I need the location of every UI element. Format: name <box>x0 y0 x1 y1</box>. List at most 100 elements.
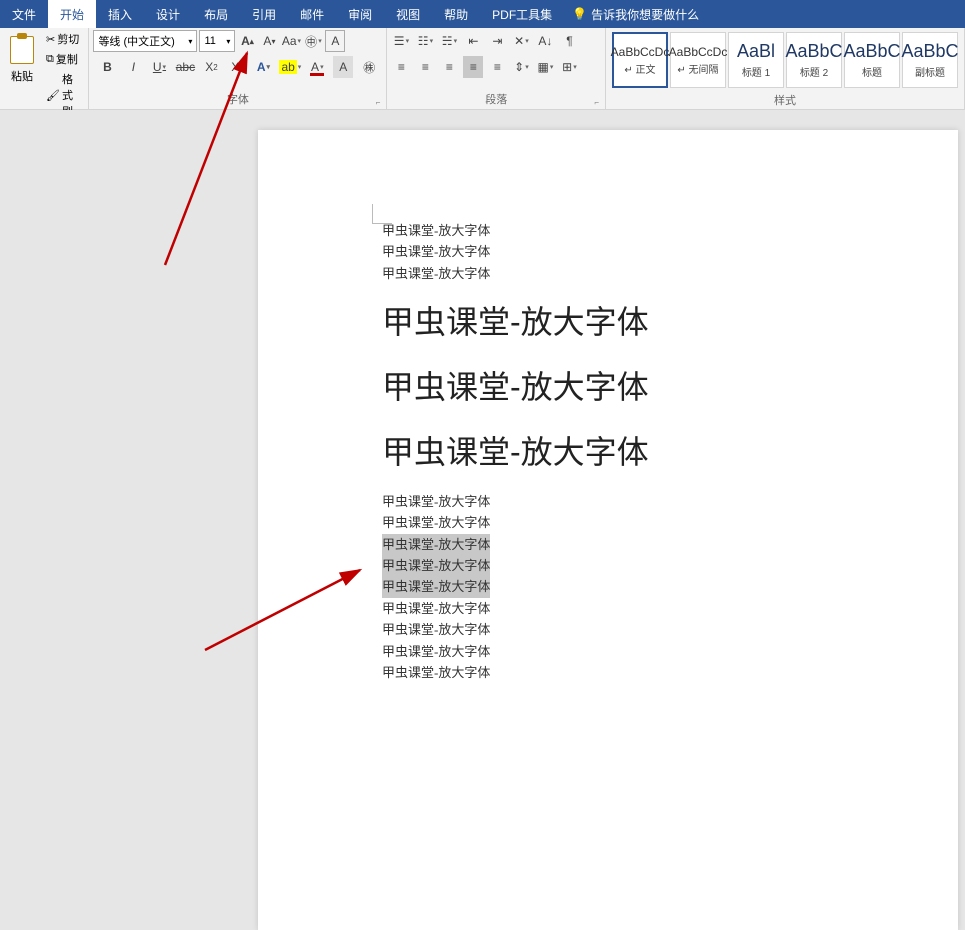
increase-indent-button[interactable]: ⇥ <box>487 30 507 52</box>
numbering-button[interactable]: ☷ <box>415 30 435 52</box>
paste-button[interactable]: 粘贴 <box>4 30 40 90</box>
doc-line[interactable]: 甲虫课堂-放大字体 <box>382 598 918 619</box>
paste-label: 粘贴 <box>11 68 33 84</box>
tab-review[interactable]: 审阅 <box>336 0 384 28</box>
tab-view[interactable]: 视图 <box>384 0 432 28</box>
align-right-button[interactable]: ≡ <box>439 56 459 78</box>
align-justify-button[interactable]: ≡ <box>463 56 483 78</box>
bold-button[interactable]: B <box>97 56 117 78</box>
phonetic-guide-button[interactable]: ㊥ <box>303 30 323 52</box>
doc-line-big[interactable]: 甲虫课堂-放大字体 <box>382 296 918 349</box>
font-size-combo[interactable]: 11 ▾ <box>199 30 235 52</box>
subscript-button[interactable]: X2 <box>201 56 221 78</box>
decrease-indent-button[interactable]: ⇤ <box>463 30 483 52</box>
sort-button[interactable]: A↓ <box>535 30 555 52</box>
doc-line-big[interactable]: 甲虫课堂-放大字体 <box>382 361 918 414</box>
font-launcher[interactable]: ⌐ <box>376 98 381 107</box>
asian-layout-button[interactable]: ✕ <box>511 30 531 52</box>
align-distribute-button[interactable]: ≡ <box>487 56 507 78</box>
align-left-button[interactable]: ≡ <box>391 56 411 78</box>
superscript-button[interactable]: X2 <box>227 56 247 78</box>
char-shading-button[interactable]: A <box>333 56 353 78</box>
font-name-value: 等线 (中文正文) <box>98 33 174 49</box>
shrink-font-button[interactable]: A▾ <box>259 30 279 52</box>
tab-layout[interactable]: 布局 <box>192 0 240 28</box>
enclose-char-button[interactable]: ㊑ <box>359 56 379 78</box>
doc-line[interactable]: 甲虫课堂-放大字体 <box>382 220 918 241</box>
style-normal[interactable]: AaBbCcDc ↵ 正文 <box>612 32 668 88</box>
tab-pdf[interactable]: PDF工具集 <box>480 0 564 28</box>
style-name: ↵ 无间隔 <box>677 61 718 76</box>
group-paragraph: ☰ ☷ ☵ ⇤ ⇥ ✕ A↓ ¶ ≡ ≡ ≡ ≡ ≡ ⇕ ▦ ⊞ <box>387 28 606 109</box>
style-preview: AaBl <box>737 41 775 62</box>
style-preview: AaBbC <box>901 41 958 62</box>
change-case-button[interactable]: Aa <box>281 30 301 52</box>
tab-file[interactable]: 文件 <box>0 0 48 28</box>
tab-design[interactable]: 设计 <box>144 0 192 28</box>
italic-button[interactable]: I <box>123 56 143 78</box>
show-marks-button[interactable]: ¶ <box>559 30 579 52</box>
styles-group-label: 样式 <box>610 90 960 110</box>
style-title[interactable]: AaBbC 标题 <box>844 32 900 88</box>
doc-line[interactable]: 甲虫课堂-放大字体 <box>382 491 918 512</box>
document-page[interactable]: 甲虫课堂-放大字体 甲虫课堂-放大字体 甲虫课堂-放大字体 甲虫课堂-放大字体 … <box>258 130 958 930</box>
style-preview: AaBbC <box>785 41 842 62</box>
style-heading1[interactable]: AaBl 标题 1 <box>728 32 784 88</box>
borders-button[interactable]: ⊞ <box>559 56 579 78</box>
bullets-button[interactable]: ☰ <box>391 30 411 52</box>
group-clipboard: 粘贴 ✂ 剪切 ⧉ 复制 🖌 格式刷 剪贴板 ⌐ <box>0 28 89 109</box>
tab-insert[interactable]: 插入 <box>96 0 144 28</box>
group-styles: AaBbCcDc ↵ 正文 AaBbCcDc ↵ 无间隔 AaBl 标题 1 A… <box>606 28 965 109</box>
style-subtitle[interactable]: AaBbC 副标题 <box>902 32 958 88</box>
style-nospacing[interactable]: AaBbCcDc ↵ 无间隔 <box>670 32 726 88</box>
grow-font-button[interactable]: A▴ <box>237 30 257 52</box>
ribbon-tabs: 文件 开始 插入 设计 布局 引用 邮件 审阅 视图 帮助 PDF工具集 💡 告… <box>0 0 965 28</box>
cut-label: 剪切 <box>57 31 79 47</box>
doc-line[interactable]: 甲虫课堂-放大字体 <box>382 641 918 662</box>
font-size-value: 11 <box>204 35 215 47</box>
doc-line[interactable]: 甲虫课堂-放大字体 <box>382 263 918 284</box>
style-heading2[interactable]: AaBbC 标题 2 <box>786 32 842 88</box>
ribbon: 粘贴 ✂ 剪切 ⧉ 复制 🖌 格式刷 剪贴板 ⌐ <box>0 28 965 110</box>
scissors-icon: ✂ <box>46 33 55 46</box>
tab-references[interactable]: 引用 <box>240 0 288 28</box>
shading-button[interactable]: ▦ <box>535 56 555 78</box>
tab-help[interactable]: 帮助 <box>432 0 480 28</box>
paragraph-launcher[interactable]: ⌐ <box>594 98 599 107</box>
strikethrough-button[interactable]: abc <box>175 56 195 78</box>
doc-line[interactable]: 甲虫课堂-放大字体 <box>382 241 918 262</box>
doc-line[interactable]: 甲虫课堂-放大字体 <box>382 619 918 640</box>
style-name: 标题 2 <box>800 64 828 79</box>
group-font: 等线 (中文正文) ▾ 11 ▾ A▴ A▾ Aa ㊥ A B I <box>89 28 387 109</box>
tell-me-search[interactable]: 💡 告诉我你想要做什么 <box>564 0 707 28</box>
tab-mailings[interactable]: 邮件 <box>288 0 336 28</box>
doc-line-selected[interactable]: 甲虫课堂-放大字体 <box>382 576 490 597</box>
styles-gallery[interactable]: AaBbCcDc ↵ 正文 AaBbCcDc ↵ 无间隔 AaBl 标题 1 A… <box>610 30 960 90</box>
doc-line-selected[interactable]: 甲虫课堂-放大字体 <box>382 534 490 555</box>
paste-icon <box>10 36 34 64</box>
doc-line[interactable]: 甲虫课堂-放大字体 <box>382 512 918 533</box>
style-preview: AaBbCcDc <box>611 45 670 59</box>
document-area: 甲虫课堂-放大字体 甲虫课堂-放大字体 甲虫课堂-放大字体 甲虫课堂-放大字体 … <box>0 110 965 684</box>
style-name: ↵ 正文 <box>624 61 655 76</box>
line-spacing-button[interactable]: ⇕ <box>511 56 531 78</box>
cut-button[interactable]: ✂ 剪切 <box>42 30 84 48</box>
doc-line-selected[interactable]: 甲虫课堂-放大字体 <box>382 555 490 576</box>
underline-button[interactable]: U <box>149 56 169 78</box>
tab-home[interactable]: 开始 <box>48 0 96 28</box>
font-name-combo[interactable]: 等线 (中文正文) ▾ <box>93 30 197 52</box>
font-group-label: 字体 ⌐ <box>93 89 382 109</box>
brush-icon: 🖌 <box>46 89 60 102</box>
doc-line-big[interactable]: 甲虫课堂-放大字体 <box>382 426 918 479</box>
multilevel-button[interactable]: ☵ <box>439 30 459 52</box>
highlight-button[interactable]: ab <box>279 56 301 78</box>
align-center-button[interactable]: ≡ <box>415 56 435 78</box>
font-color-button[interactable]: A <box>307 56 327 78</box>
style-name: 标题 <box>862 64 882 79</box>
lightbulb-icon: 💡 <box>572 7 587 21</box>
copy-button[interactable]: ⧉ 复制 <box>42 50 84 68</box>
copy-icon: ⧉ <box>46 53 54 66</box>
doc-line[interactable]: 甲虫课堂-放大字体 <box>382 662 918 683</box>
char-border-button[interactable]: A <box>325 30 345 52</box>
text-effects-button[interactable]: A <box>253 56 273 78</box>
